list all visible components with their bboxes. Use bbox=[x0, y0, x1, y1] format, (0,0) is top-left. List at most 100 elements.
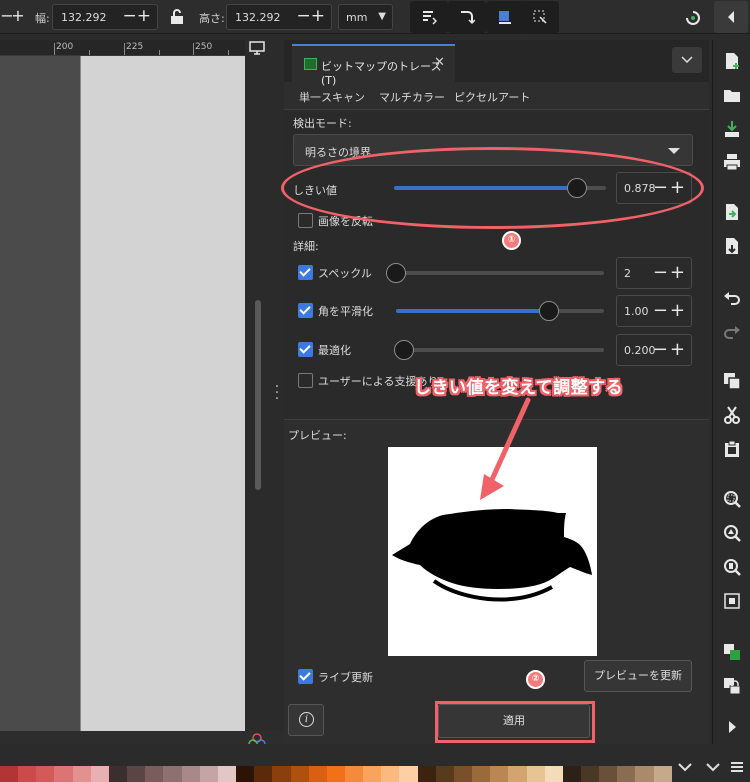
dock-menu-button[interactable] bbox=[672, 47, 702, 73]
update-preview-button[interactable]: プレビューを更新 bbox=[584, 660, 692, 692]
palette-swatch[interactable] bbox=[490, 766, 509, 782]
palette-swatch[interactable] bbox=[435, 766, 454, 782]
user-assist-checkbox[interactable] bbox=[298, 373, 313, 388]
height-input[interactable]: 132.292 −+ bbox=[226, 4, 332, 30]
palette-swatch[interactable] bbox=[544, 766, 563, 782]
fill-stroke-icon[interactable] bbox=[723, 643, 741, 661]
speckles-spinbox[interactable]: 2 −+ bbox=[616, 257, 692, 289]
palette-swatch[interactable] bbox=[526, 766, 545, 782]
optimize-checkbox[interactable] bbox=[298, 342, 313, 357]
palette-swatch[interactable] bbox=[145, 766, 164, 782]
palette-swatch[interactable] bbox=[363, 766, 382, 782]
import-icon[interactable] bbox=[723, 120, 741, 138]
palette-swatch[interactable] bbox=[599, 766, 618, 782]
palette-swatch[interactable] bbox=[562, 766, 581, 782]
unit-dropdown[interactable]: mm ▼ bbox=[338, 4, 393, 30]
palette-swatch[interactable] bbox=[236, 766, 255, 782]
palette-swatch[interactable] bbox=[18, 766, 37, 782]
palette-swatch[interactable] bbox=[453, 766, 473, 782]
chevron-down-icon[interactable] bbox=[678, 762, 692, 772]
toolbar-collapse-button[interactable] bbox=[714, 1, 748, 33]
open-icon[interactable] bbox=[723, 86, 741, 104]
print-icon[interactable] bbox=[723, 153, 741, 171]
palette-swatch[interactable] bbox=[326, 766, 345, 782]
palette-swatch[interactable] bbox=[581, 766, 600, 782]
new-document-icon[interactable] bbox=[723, 52, 741, 70]
palette-swatch[interactable] bbox=[308, 766, 327, 782]
smooth-corners-checkbox[interactable] bbox=[298, 303, 313, 318]
transform-gradient-button[interactable] bbox=[486, 1, 524, 33]
zoom-fit-icon[interactable] bbox=[723, 592, 741, 610]
menu-icon[interactable] bbox=[730, 760, 744, 774]
speckles-checkbox[interactable] bbox=[298, 265, 313, 280]
palette-swatch[interactable] bbox=[617, 766, 636, 782]
tab-multicolor[interactable]: マルチカラー bbox=[379, 89, 445, 105]
palette-swatch[interactable] bbox=[72, 766, 91, 782]
palette-swatch[interactable] bbox=[272, 766, 291, 782]
vertical-scrollbar-thumb[interactable] bbox=[255, 300, 261, 490]
palette-swatch[interactable] bbox=[54, 766, 73, 782]
live-update-checkbox[interactable] bbox=[298, 669, 313, 684]
palette-swatch[interactable] bbox=[0, 766, 19, 782]
snap-toggle-icon[interactable] bbox=[684, 9, 702, 27]
speckles-slider[interactable] bbox=[396, 271, 604, 275]
height-stepper[interactable]: −+ bbox=[297, 6, 326, 26]
palette-swatch[interactable] bbox=[417, 766, 436, 782]
close-icon[interactable]: ✕ bbox=[434, 55, 445, 70]
palette-swatch[interactable] bbox=[381, 766, 400, 782]
palette-swatch[interactable] bbox=[399, 766, 418, 782]
width-input[interactable]: 132.292 −+ bbox=[52, 4, 158, 30]
palette-swatch[interactable] bbox=[254, 766, 273, 782]
zoom-drawing-icon[interactable] bbox=[723, 524, 741, 542]
duplicate-icon[interactable] bbox=[723, 372, 741, 390]
lock-ratio-icon[interactable] bbox=[170, 9, 184, 25]
palette-swatch[interactable] bbox=[344, 766, 364, 782]
speckles-slider-knob[interactable] bbox=[386, 263, 406, 283]
chevron-down-icon[interactable] bbox=[706, 762, 720, 772]
palette-swatch[interactable] bbox=[508, 766, 527, 782]
palette-swatch[interactable] bbox=[108, 766, 128, 782]
palette-swatch[interactable] bbox=[36, 766, 55, 782]
tab-single-scan[interactable]: 単一スキャン bbox=[299, 89, 365, 112]
tab-trace-bitmap[interactable]: ビットマップのトレース(T) ✕ bbox=[292, 44, 455, 87]
speckles-stepper[interactable]: −+ bbox=[653, 263, 687, 283]
zoom-page-icon[interactable] bbox=[723, 558, 741, 576]
canvas-background[interactable] bbox=[0, 56, 80, 731]
zoom-selection-icon[interactable] bbox=[723, 490, 741, 508]
cut-icon[interactable] bbox=[723, 406, 741, 424]
palette-swatch[interactable] bbox=[472, 766, 491, 782]
info-button[interactable]: i bbox=[288, 704, 324, 736]
width-stepper[interactable]: −+ bbox=[123, 6, 152, 26]
paste-icon[interactable] bbox=[723, 440, 741, 458]
export-icon[interactable] bbox=[723, 203, 741, 221]
optimize-stepper[interactable]: −+ bbox=[653, 340, 687, 360]
palette-swatch[interactable] bbox=[635, 766, 654, 782]
palette-swatch[interactable] bbox=[163, 766, 182, 782]
transform-stroke-button[interactable] bbox=[410, 1, 448, 33]
optimize-slider[interactable] bbox=[396, 348, 604, 352]
palette-swatch[interactable] bbox=[653, 766, 672, 782]
palette-swatch[interactable] bbox=[90, 766, 109, 782]
transform-corners-button[interactable] bbox=[448, 1, 486, 33]
document-page[interactable] bbox=[80, 56, 245, 731]
optimize-spinbox[interactable]: 0.200 −+ bbox=[616, 334, 692, 366]
palette-swatch[interactable] bbox=[181, 766, 200, 782]
width-increment-button[interactable]: + bbox=[11, 8, 25, 24]
redo-icon[interactable] bbox=[723, 322, 741, 340]
tab-pixel-art[interactable]: ピクセルアート bbox=[454, 89, 530, 105]
palette-swatch[interactable] bbox=[290, 766, 309, 782]
smooth-corners-stepper[interactable]: −+ bbox=[653, 301, 687, 321]
smooth-corners-spinbox[interactable]: 1.00 −+ bbox=[616, 295, 692, 327]
dock-resize-handle[interactable]: · · · bbox=[274, 380, 280, 406]
optimize-slider-knob[interactable] bbox=[394, 340, 414, 360]
invert-checkbox[interactable] bbox=[298, 213, 313, 228]
palette-swatch[interactable] bbox=[217, 766, 237, 782]
palette-swatch[interactable] bbox=[199, 766, 218, 782]
lock-icon[interactable] bbox=[723, 677, 741, 695]
palette-swatch[interactable] bbox=[127, 766, 146, 782]
more-icon[interactable] bbox=[723, 718, 741, 736]
save-as-icon[interactable] bbox=[723, 237, 741, 255]
undo-icon[interactable] bbox=[723, 288, 741, 306]
smooth-corners-slider-knob[interactable] bbox=[539, 301, 559, 321]
transform-pattern-button[interactable] bbox=[521, 1, 559, 33]
